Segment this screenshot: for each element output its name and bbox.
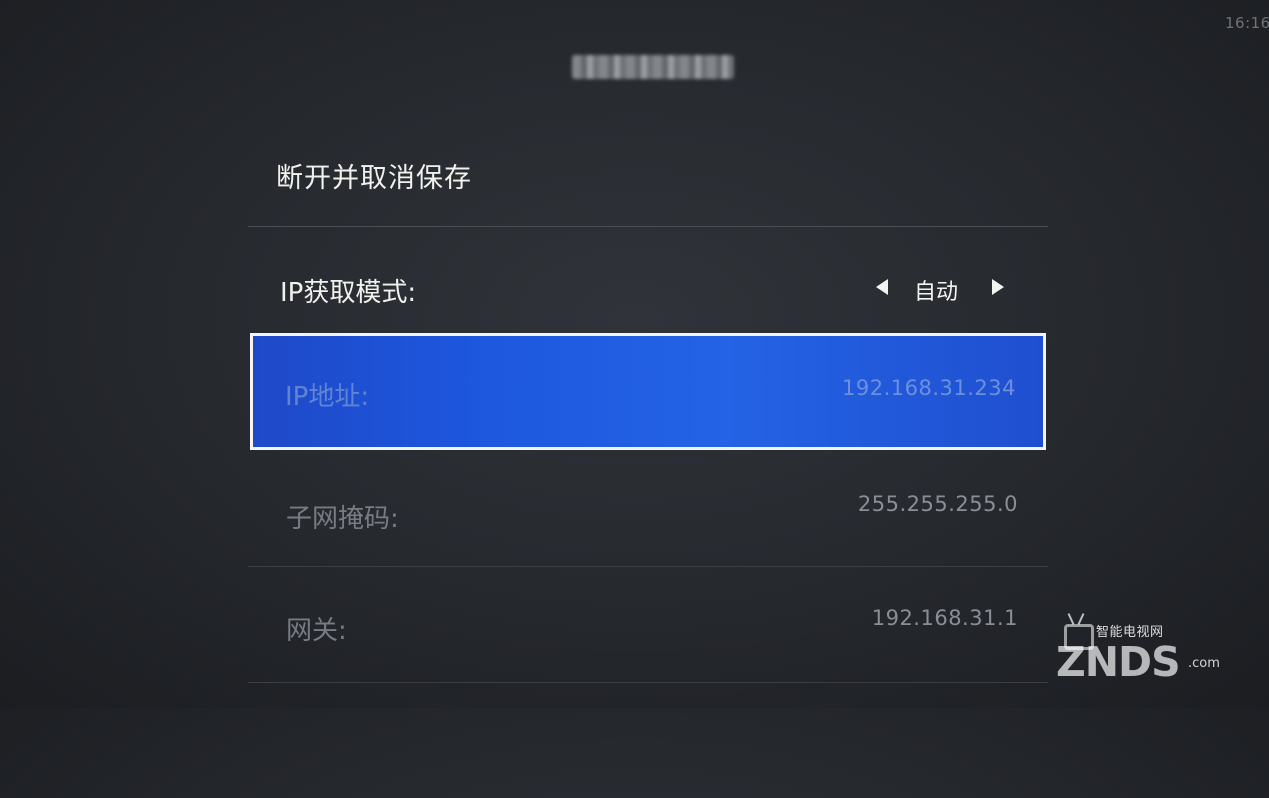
ip-mode-selector[interactable]: 自动 — [876, 270, 1004, 306]
watermark-domain-text: .com — [1188, 656, 1220, 671]
disconnect-forget-label: 断开并取消保存 — [276, 163, 472, 194]
clock: 16:16 — [1225, 14, 1269, 32]
watermark-brand-text: ZNDS — [1056, 638, 1181, 686]
gateway-label: 网关: — [286, 616, 347, 646]
subnet-mask-value: 255.255.255.0 — [857, 492, 1018, 516]
gateway-row[interactable]: 网关: 192.168.31.1 — [248, 572, 1048, 683]
ip-mode-row[interactable]: IP获取模式: 自动 — [248, 260, 1048, 320]
ip-mode-label: IP获取模式: — [280, 278, 417, 308]
znds-watermark: 智能电视网 ZNDS .com — [1056, 610, 1226, 690]
gateway-value: 192.168.31.1 — [871, 606, 1018, 630]
subnet-mask-label: 子网掩码: — [286, 504, 399, 534]
ip-address-label: IP地址: — [285, 382, 370, 412]
ip-mode-value: 自动 — [914, 280, 959, 305]
ip-address-value: 192.168.31.234 — [842, 376, 1016, 400]
ip-address-row[interactable]: IP地址: 192.168.31.234 — [250, 333, 1046, 450]
subnet-mask-row[interactable]: 子网掩码: 255.255.255.0 — [248, 456, 1048, 567]
network-settings-screen: 16:16 断开并取消保存 IP获取模式: 自动 IP地址: 192.168.3… — [0, 0, 1269, 708]
right-arrow-icon[interactable] — [992, 279, 1004, 295]
network-settings-panel: 断开并取消保存 IP获取模式: 自动 IP地址: 192.168.31.234 … — [248, 120, 1048, 720]
left-arrow-icon[interactable] — [876, 279, 888, 295]
dns-row[interactable] — [248, 688, 1048, 798]
disconnect-forget-button[interactable]: 断开并取消保存 — [248, 120, 1048, 227]
network-name — [572, 55, 734, 79]
